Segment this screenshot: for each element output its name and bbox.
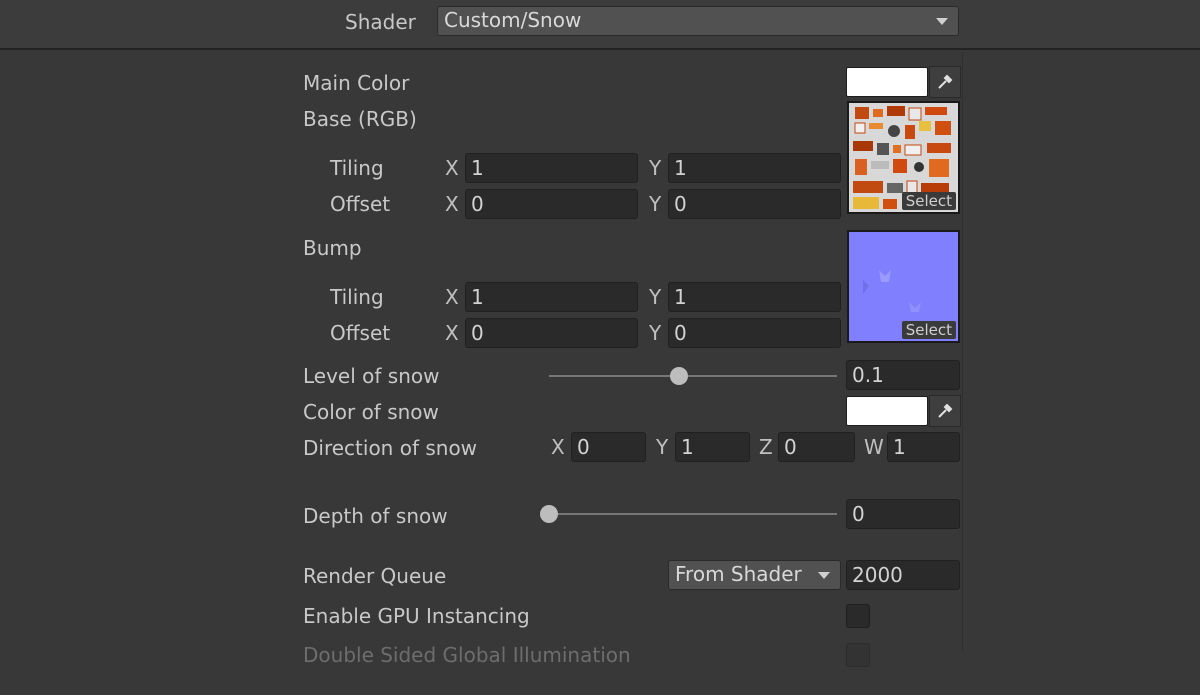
direction-z-field[interactable]: 0 [778, 432, 855, 462]
render-queue-mode-dropdown[interactable]: From Shader [668, 560, 841, 590]
shader-dropdown[interactable]: Custom/Snow [437, 6, 959, 36]
level-of-snow-slider-track[interactable] [549, 375, 837, 377]
bump-offset-x-field[interactable]: 0 [465, 318, 638, 348]
shader-dropdown-value: Custom/Snow [444, 8, 582, 32]
direction-of-snow-label: Direction of snow [303, 436, 478, 460]
base-texture-slot[interactable]: Select [847, 101, 960, 214]
bump-offset-y-field[interactable]: 0 [668, 318, 841, 348]
bump-tiling-x-field[interactable]: 1 [465, 282, 638, 312]
base-offset-x-field[interactable]: 0 [465, 189, 638, 219]
base-tiling-y-field[interactable]: 1 [668, 153, 841, 183]
bump-offset-label: Offset [330, 321, 391, 345]
base-tiling-x-field[interactable]: 1 [465, 153, 638, 183]
depth-of-snow-label: Depth of snow [303, 504, 448, 528]
base-offset-x-axis: X [445, 192, 459, 216]
bump-offset-x-axis: X [445, 321, 459, 345]
direction-w-axis: W [864, 435, 884, 459]
direction-x-axis: X [551, 435, 565, 459]
direction-x-field[interactable]: 0 [571, 432, 646, 462]
double-sided-gi-label: Double Sided Global Illumination [303, 643, 631, 667]
eyedropper-icon[interactable] [929, 66, 961, 98]
bump-label: Bump [303, 236, 362, 260]
render-queue-label: Render Queue [303, 564, 447, 588]
shader-label: Shader [345, 10, 416, 34]
main-color-swatch[interactable] [846, 67, 928, 97]
base-offset-y-field[interactable]: 0 [668, 189, 841, 219]
bump-texture-slot[interactable]: Select [847, 230, 960, 343]
base-offset-y-axis: Y [649, 192, 662, 216]
chevron-down-icon [818, 572, 830, 579]
double-sided-gi-checkbox [846, 643, 870, 667]
gpu-instancing-label: Enable GPU Instancing [303, 604, 530, 628]
base-tiling-x-axis: X [445, 156, 459, 180]
level-of-snow-label: Level of snow [303, 364, 440, 388]
base-label: Base (RGB) [303, 107, 417, 131]
color-of-snow-label: Color of snow [303, 400, 439, 424]
bump-tiling-x-axis: X [445, 285, 459, 309]
base-tiling-label: Tiling [330, 156, 384, 180]
base-offset-label: Offset [330, 192, 391, 216]
color-of-snow-swatch[interactable] [846, 396, 928, 426]
direction-y-axis: Y [656, 435, 669, 459]
level-of-snow-slider-thumb[interactable] [669, 367, 688, 385]
eyedropper-icon[interactable] [929, 395, 961, 427]
render-queue-mode-value: From Shader [675, 562, 802, 586]
divider [962, 52, 963, 652]
direction-y-field[interactable]: 1 [675, 432, 750, 462]
bump-texture-select-button[interactable]: Select [901, 321, 956, 339]
bump-tiling-y-field[interactable]: 1 [668, 282, 841, 312]
gpu-instancing-checkbox[interactable] [846, 604, 870, 628]
level-of-snow-field[interactable]: 0.1 [846, 360, 960, 390]
depth-of-snow-slider-track[interactable] [549, 513, 837, 515]
bump-tiling-label: Tiling [330, 285, 384, 309]
depth-of-snow-field[interactable]: 0 [846, 499, 960, 529]
main-color-label: Main Color [303, 71, 410, 95]
bump-tiling-y-axis: Y [649, 285, 662, 309]
chevron-down-icon [936, 18, 948, 25]
base-tiling-y-axis: Y [649, 156, 662, 180]
render-queue-field[interactable]: 2000 [846, 560, 960, 590]
bump-offset-y-axis: Y [649, 321, 662, 345]
depth-of-snow-slider-thumb[interactable] [540, 505, 558, 523]
direction-z-axis: Z [759, 435, 773, 459]
base-texture-select-button[interactable]: Select [901, 192, 956, 210]
direction-w-field[interactable]: 1 [887, 432, 960, 462]
